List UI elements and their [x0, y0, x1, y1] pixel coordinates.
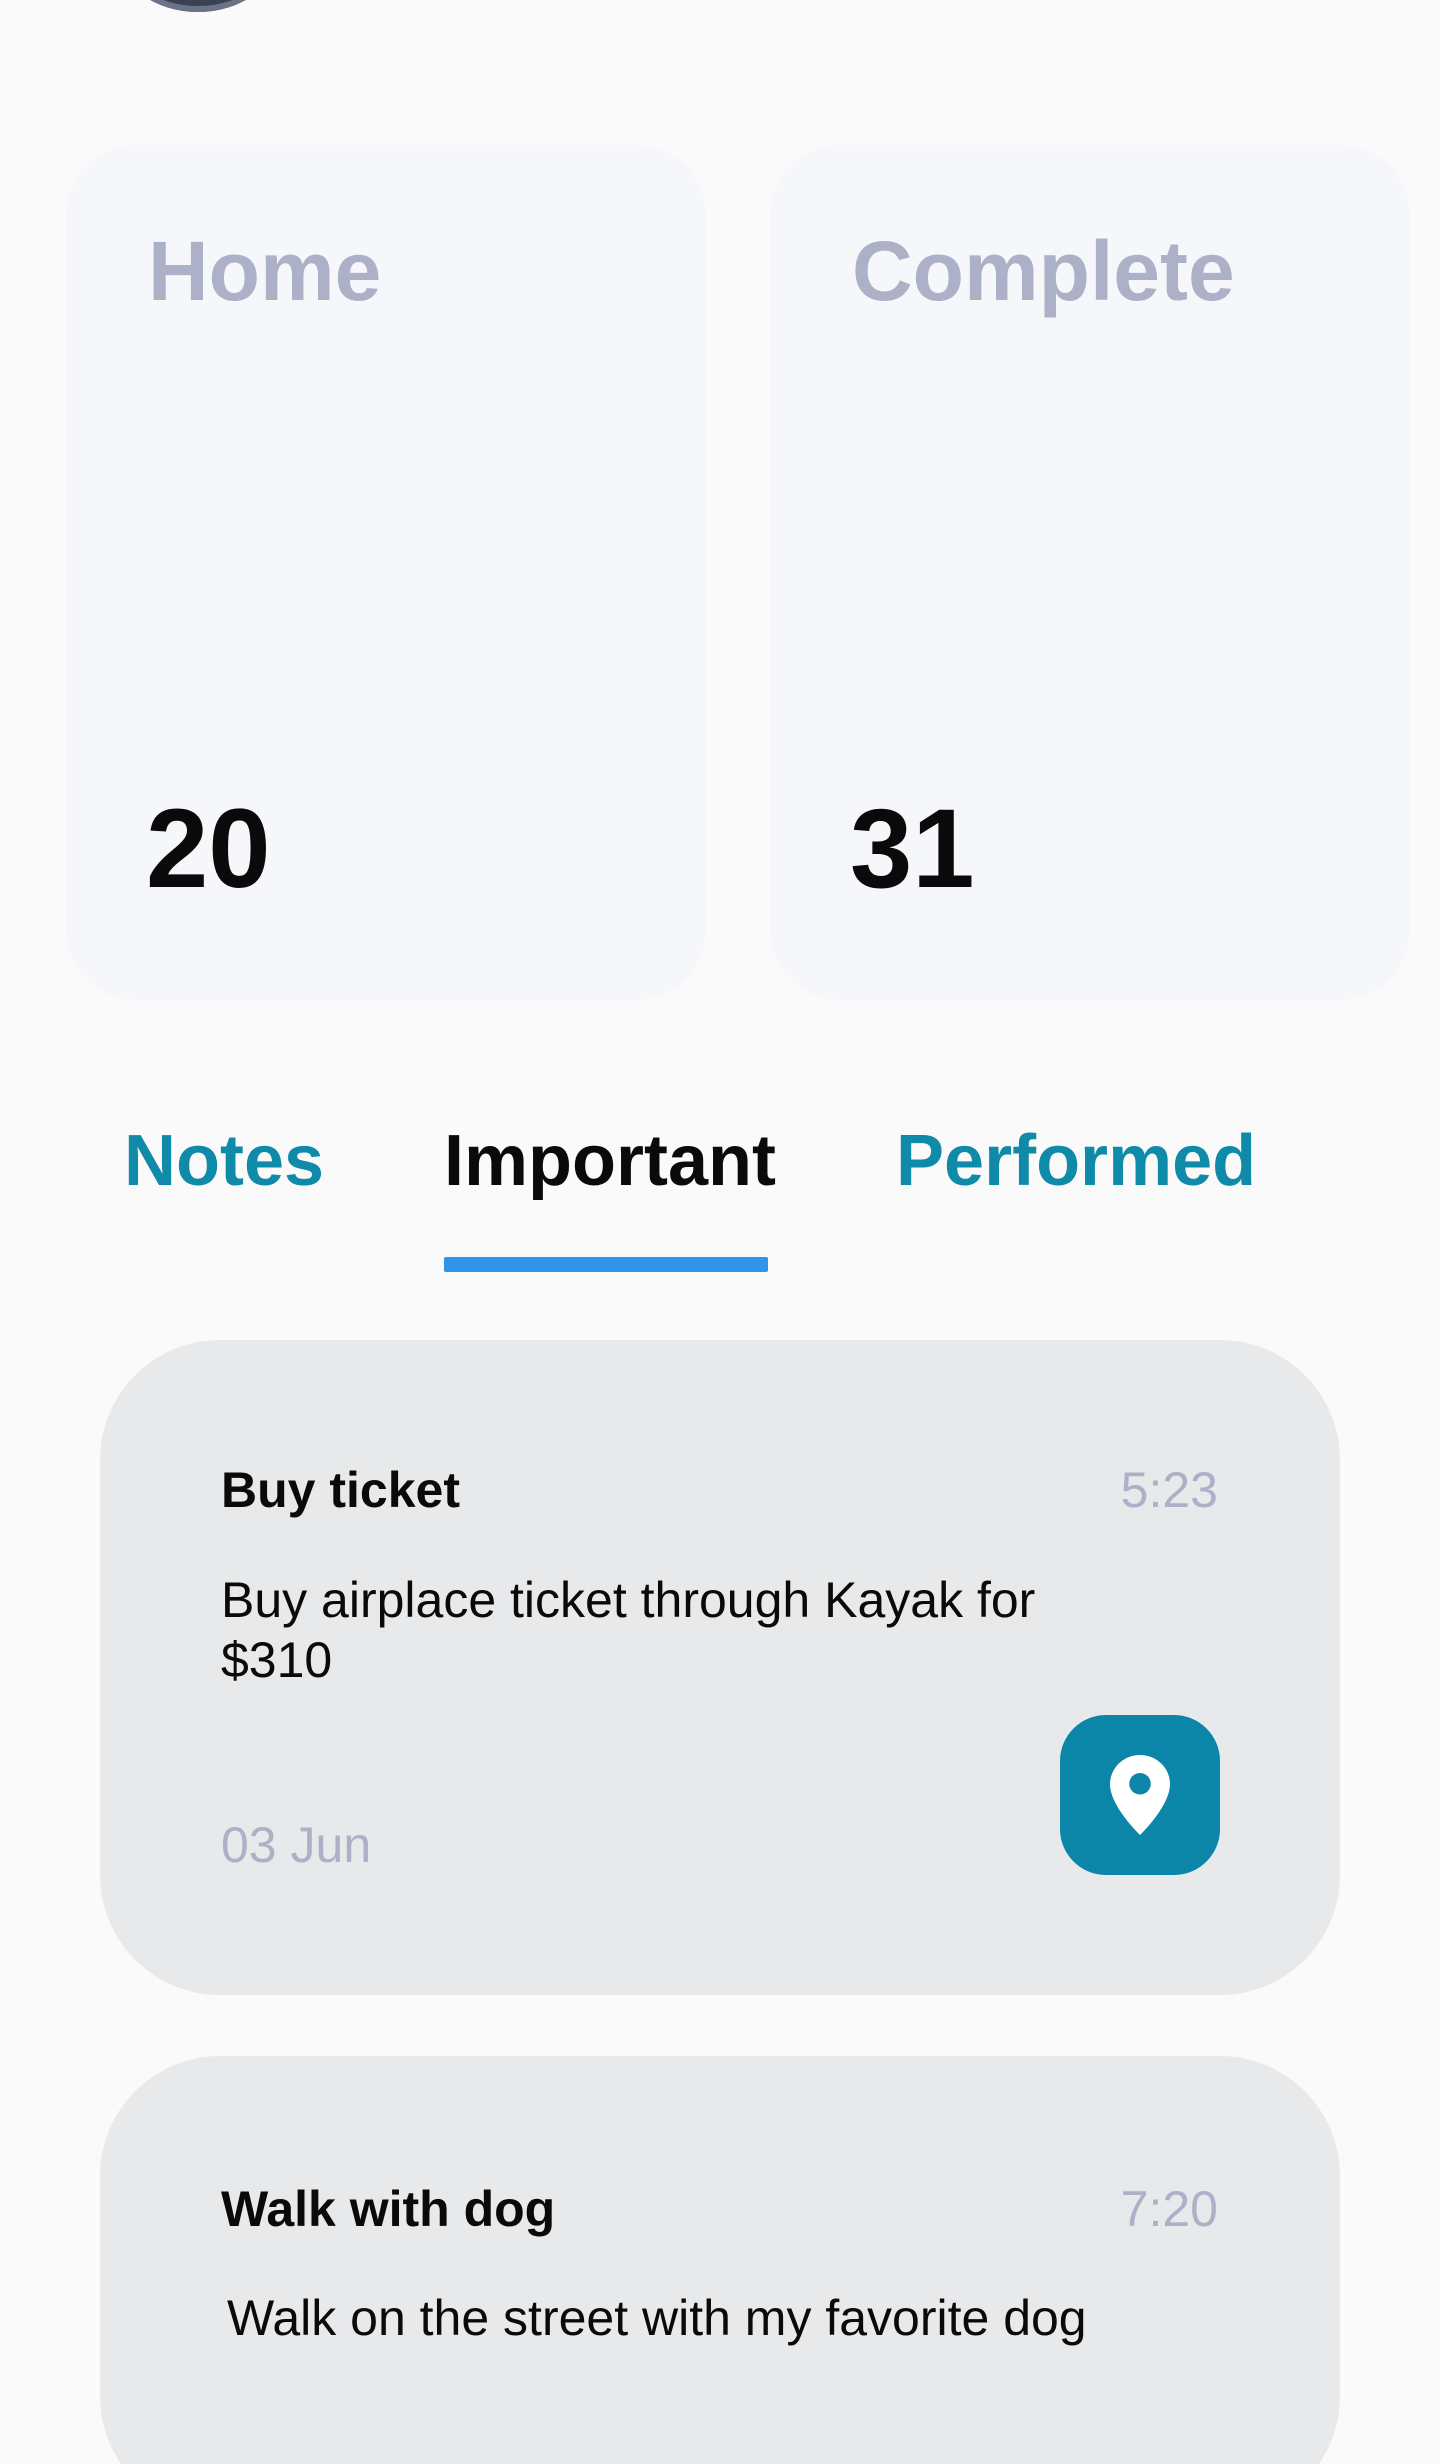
- note-title: Buy ticket: [221, 1462, 460, 1518]
- tab-notes[interactable]: Notes: [124, 1125, 324, 1197]
- note-time: 5:23: [1120, 1462, 1218, 1518]
- note-body: Walk on the street with my favorite dog: [227, 2290, 1087, 2346]
- location-button[interactable]: [1060, 1715, 1220, 1875]
- stat-card-count: 20: [146, 786, 271, 911]
- stat-card-home[interactable]: Home 20: [66, 145, 706, 1000]
- note-date: 03 Jun: [221, 1817, 372, 1873]
- note-card[interactable]: Buy ticket 5:23 Buy airplace ticket thro…: [100, 1340, 1340, 1995]
- stat-card-count: 31: [850, 786, 975, 911]
- tab-important[interactable]: Important: [444, 1125, 776, 1197]
- note-title: Walk with dog: [221, 2181, 556, 2237]
- tab-performed[interactable]: Performed: [896, 1125, 1256, 1197]
- stat-card-complete[interactable]: Complete 31: [770, 145, 1410, 1000]
- stat-card-title: Home: [148, 224, 382, 318]
- avatar[interactable]: [118, 0, 278, 12]
- note-card[interactable]: Walk with dog 7:20 Walk on the street wi…: [100, 2056, 1340, 2464]
- note-time: 7:20: [1120, 2181, 1218, 2237]
- active-tab-indicator: [444, 1257, 768, 1272]
- tab-bar: Notes Important Performed: [0, 1125, 1440, 1275]
- note-body: Buy airplace ticket through Kayak for $3…: [221, 1572, 1036, 1688]
- location-pin-icon: [1110, 1755, 1170, 1835]
- stat-card-title: Complete: [852, 224, 1235, 318]
- screen: Home 20 Complete 31 Notes Important Perf…: [0, 0, 1440, 2464]
